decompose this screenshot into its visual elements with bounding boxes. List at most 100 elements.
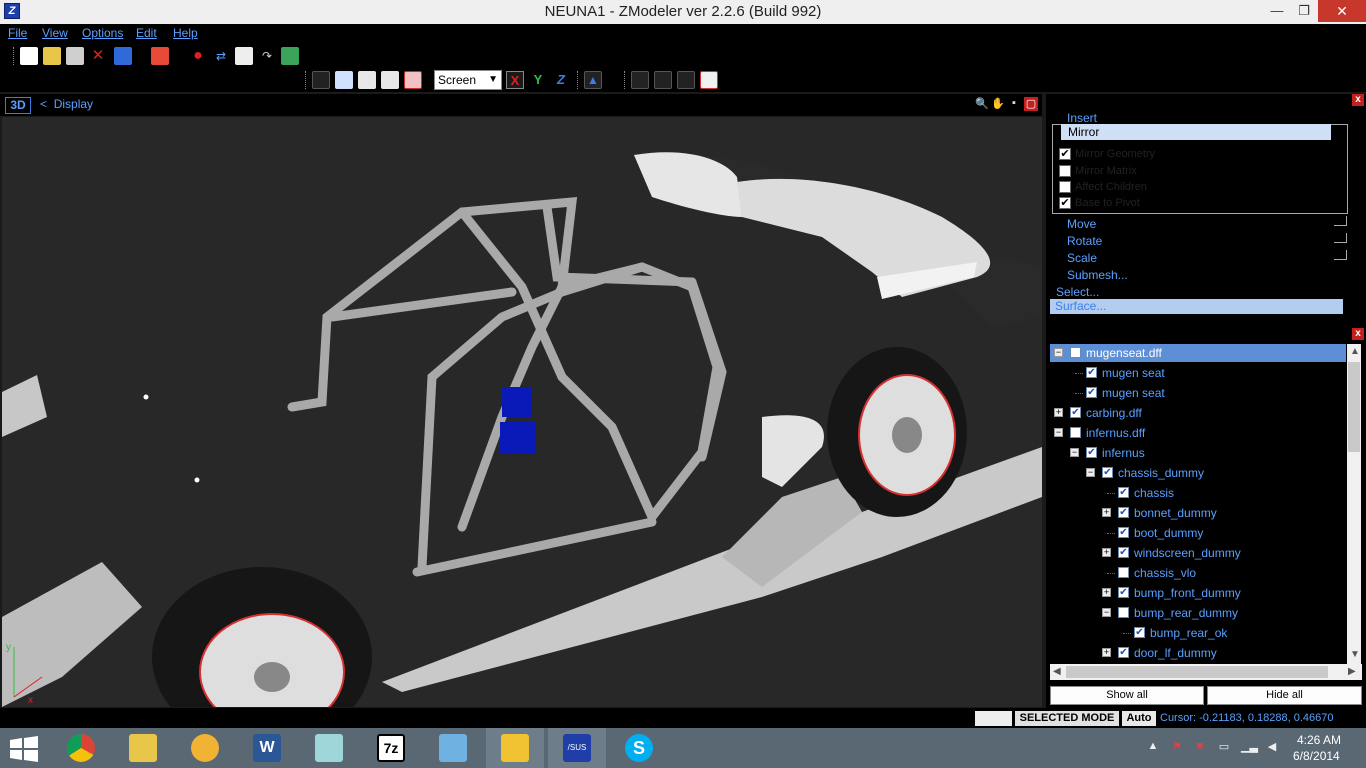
- visibility-checkbox[interactable]: ✔: [1118, 547, 1129, 558]
- visibility-checkbox[interactable]: [1118, 607, 1129, 618]
- tree-item[interactable]: + ✔ carbing.dff: [1050, 404, 1187, 422]
- chrome-taskbar-button[interactable]: [52, 728, 110, 768]
- affect-children-checkbox[interactable]: [1059, 181, 1071, 193]
- tree-item[interactable]: ✔ mugen seat: [1050, 364, 1196, 382]
- collapse-icon[interactable]: −: [1102, 608, 1111, 617]
- battery-icon[interactable]: ▭: [1217, 740, 1231, 754]
- tree-item[interactable]: ✔ bump_rear_ok: [1050, 624, 1258, 642]
- visibility-checkbox[interactable]: ✔: [1118, 487, 1129, 498]
- display-menu[interactable]: < Display: [40, 97, 93, 111]
- close-button[interactable]: ✕: [1318, 0, 1366, 22]
- toolbar-grip[interactable]: [624, 71, 626, 89]
- solid-mode-icon[interactable]: [404, 71, 422, 89]
- command-submesh[interactable]: Submesh...: [1067, 268, 1128, 282]
- visibility-checkbox[interactable]: ✔: [1102, 467, 1113, 478]
- toolbar-grip[interactable]: [13, 47, 15, 65]
- hide-all-button[interactable]: Hide all: [1207, 686, 1362, 705]
- tree-item[interactable]: − ✔ chassis_dummy: [1050, 464, 1233, 482]
- menu-view[interactable]: View: [42, 26, 68, 40]
- menu-edit[interactable]: Edit: [136, 26, 157, 40]
- tree-item[interactable]: + ✔ bonnet_dummy: [1050, 504, 1242, 522]
- notepad-taskbar-button[interactable]: [300, 728, 358, 768]
- visibility-checkbox[interactable]: ✔: [1070, 407, 1081, 418]
- visibility-checkbox[interactable]: [1118, 567, 1129, 578]
- tree-item[interactable]: ✔ boot_dummy: [1050, 524, 1228, 542]
- expand-icon[interactable]: +: [1102, 648, 1111, 657]
- collapse-icon[interactable]: −: [1086, 468, 1095, 477]
- show-all-button[interactable]: Show all: [1050, 686, 1204, 705]
- collapse-icon[interactable]: −: [1054, 428, 1063, 437]
- menu-options[interactable]: Options: [82, 26, 123, 40]
- tree-item[interactable]: − infernus.dff: [1050, 424, 1194, 442]
- expand-icon[interactable]: +: [1102, 548, 1111, 557]
- paint-icon[interactable]: [631, 71, 649, 89]
- mirror-title[interactable]: Mirror: [1061, 124, 1331, 140]
- zoom-icon[interactable]: 🔍: [975, 97, 989, 111]
- auto-indicator[interactable]: Auto: [1122, 711, 1156, 726]
- collapse-icon[interactable]: −: [1054, 348, 1063, 357]
- object-mode-icon[interactable]: [335, 71, 353, 89]
- tree-item[interactable]: ✔ mugen seat: [1050, 384, 1196, 402]
- cube-mode-icon[interactable]: [381, 71, 399, 89]
- tree-item[interactable]: + ✔ door_lf_dummy: [1050, 644, 1249, 662]
- mirror-matrix-checkbox[interactable]: [1059, 165, 1071, 177]
- visibility-checkbox[interactable]: ✔: [1118, 647, 1129, 658]
- 3d-viewport[interactable]: y x: [2, 117, 1042, 707]
- axis-pivot-icon[interactable]: [677, 71, 695, 89]
- scale-options-slot[interactable]: [1334, 250, 1347, 260]
- network-icon[interactable]: ▁▃: [1241, 740, 1258, 754]
- tree-item[interactable]: − mugenseat.dff: [1050, 344, 1346, 362]
- maximize-viewport-icon[interactable]: ▢: [1024, 97, 1038, 111]
- command-select[interactable]: Select...: [1056, 285, 1099, 299]
- export-icon[interactable]: [151, 47, 169, 65]
- windows-start-icon[interactable]: [8, 736, 40, 762]
- scroll-down-icon[interactable]: ▼: [1350, 649, 1360, 660]
- explorer-taskbar-button[interactable]: [114, 728, 172, 768]
- command-scale[interactable]: Scale: [1067, 251, 1097, 265]
- scroll-right-icon[interactable]: ▶: [1348, 666, 1356, 677]
- photos-taskbar-button[interactable]: [424, 728, 482, 768]
- zmodeler-taskbar-button[interactable]: /SUS: [548, 728, 606, 768]
- open-file-icon[interactable]: [43, 47, 61, 65]
- base-to-pivot-checkbox[interactable]: ✔: [1059, 197, 1071, 209]
- save-icon[interactable]: [66, 47, 84, 65]
- uv-icon[interactable]: [700, 71, 718, 89]
- 7zip-taskbar-button[interactable]: 7z: [362, 728, 420, 768]
- expand-icon[interactable]: +: [1054, 408, 1063, 417]
- clock-time[interactable]: 4:26 AM: [1297, 733, 1341, 747]
- flag-icon[interactable]: ⚑: [1170, 740, 1184, 754]
- command-move[interactable]: Move: [1067, 217, 1096, 231]
- render-icon[interactable]: [281, 47, 299, 65]
- visibility-checkbox[interactable]: ✔: [1118, 527, 1129, 538]
- selection-mode-indicator[interactable]: SELECTED MODE: [1015, 711, 1119, 726]
- scroll-up-icon[interactable]: ▲: [1350, 346, 1360, 357]
- visibility-checkbox[interactable]: ✔: [1086, 387, 1097, 398]
- tree-item[interactable]: ✔ chassis: [1050, 484, 1207, 502]
- visibility-checkbox[interactable]: [1070, 427, 1081, 438]
- axis-x-toggle[interactable]: X: [506, 71, 524, 89]
- visibility-checkbox[interactable]: [1070, 347, 1081, 358]
- record-icon[interactable]: ●: [189, 47, 207, 65]
- toolbar-grip[interactable]: [577, 71, 579, 89]
- visibility-checkbox[interactable]: ✔: [1118, 587, 1129, 598]
- volume-icon[interactable]: ◀: [1265, 740, 1279, 754]
- redo-icon[interactable]: ↷: [258, 47, 276, 65]
- word-taskbar-button[interactable]: W: [238, 728, 296, 768]
- pivot-icon[interactable]: [654, 71, 672, 89]
- visibility-checkbox[interactable]: ✔: [1118, 507, 1129, 518]
- visibility-checkbox[interactable]: ✔: [1086, 367, 1097, 378]
- tree-vertical-scrollbar[interactable]: ▲ ▼: [1347, 344, 1361, 664]
- mirror-geometry-checkbox[interactable]: ✔: [1059, 148, 1071, 160]
- menu-help[interactable]: Help: [173, 26, 198, 40]
- rotate-options-slot[interactable]: [1334, 233, 1347, 243]
- coordinate-space-select[interactable]: Screen ▼: [434, 70, 502, 90]
- visibility-checkbox[interactable]: ✔: [1086, 447, 1097, 458]
- tree-item[interactable]: + ✔ windscreen_dummy: [1050, 544, 1270, 562]
- expand-icon[interactable]: +: [1102, 588, 1111, 597]
- maximize-button[interactable]: ❐: [1287, 0, 1321, 22]
- axis-z-toggle[interactable]: Z: [552, 71, 570, 89]
- expand-icon[interactable]: +: [1102, 508, 1111, 517]
- visibility-checkbox[interactable]: ✔: [1134, 627, 1145, 638]
- move-options-slot[interactable]: [1334, 216, 1347, 226]
- tree-horizontal-scrollbar[interactable]: ◀ ▶: [1050, 664, 1362, 680]
